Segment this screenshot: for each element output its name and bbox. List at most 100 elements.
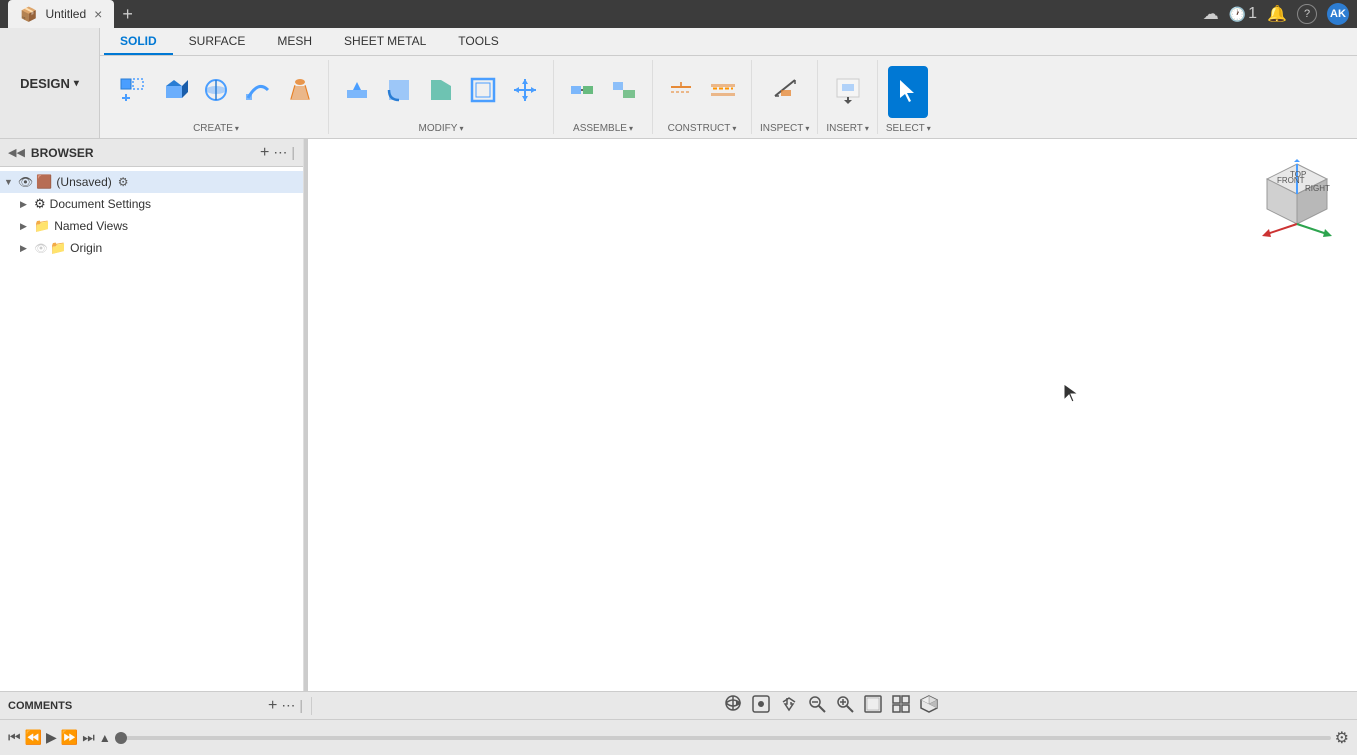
svg-text:TOP: TOP [1290,170,1306,179]
fillet-button[interactable] [379,66,419,118]
modify-group-label[interactable]: MODIFY ▾ [419,123,464,134]
midplane-icon [709,76,737,108]
move-button[interactable] [505,66,545,118]
extrude-button[interactable] [154,66,194,118]
tab-sheetmetal[interactable]: SHEET METAL [328,28,442,55]
root-folder-icon: 🟫 [36,174,52,190]
select-group-label[interactable]: SELECT ▾ [886,123,931,134]
browser-options-button[interactable]: ⋯ [273,144,287,162]
construct-chevron-icon: ▾ [732,124,736,133]
tree-item-origin[interactable]: ▶ 👁 📁 Origin [0,237,303,259]
shell-button[interactable] [463,66,503,118]
docsettings-icon: ⚙ [34,196,46,212]
timeline-play-button[interactable]: ▶ [46,729,57,746]
tab-surface[interactable]: SURFACE [173,28,262,55]
timer-button[interactable]: 🕐 1 [1229,5,1257,23]
revolve-button[interactable] [196,66,236,118]
timeline-track[interactable] [115,736,1331,740]
bottom-bar: COMMENTS + ⋯ | [0,691,1357,719]
inspect-group-label[interactable]: INSPECT ▾ [760,123,809,134]
origin-expand-arrow[interactable]: ▶ [20,243,34,254]
create-group-label[interactable]: CREATE ▾ [193,123,239,134]
measure-button[interactable] [765,66,805,118]
toolbar-group-create: CREATE ▾ [104,60,329,134]
help-icon[interactable]: ? [1297,4,1317,24]
comments-divider: | [299,697,303,715]
zoom-fit-button[interactable] [807,694,827,717]
timeline-position-marker[interactable] [115,732,127,744]
comments-add-button[interactable]: + [268,697,277,715]
as-built-joint-button[interactable] [604,66,644,118]
tree-item-named-views[interactable]: ▶ 📁 Named Views [0,215,303,237]
document-tab[interactable]: 📦 Untitled × [8,0,114,28]
offset-plane-button[interactable] [661,66,701,118]
toolbar: DESIGN ▾ SOLID SURFACE MESH SHEET METAL … [0,28,1357,139]
sweep-button[interactable] [238,66,278,118]
title-bar: 📦 Untitled × + ☁ 🕐 1 🔔 ? AK [0,0,1357,28]
tree-item-root[interactable]: ▼ 👁 🟫 (Unsaved) ⚙ [0,171,303,193]
press-pull-button[interactable] [337,66,377,118]
chamfer-button[interactable] [421,66,461,118]
tab-tools[interactable]: TOOLS [442,28,514,55]
timeline-fast-forward-button[interactable]: ⏭ [82,729,95,746]
main-area: ◀◀ BROWSER + ⋯ | ▼ 👁 🟫 (Unsaved) ⚙ ▶ ⚙ D… [0,139,1357,691]
grid-button[interactable] [891,694,911,717]
title-bar-right-actions: ☁ 🕐 1 🔔 ? AK [1203,3,1349,25]
measure-icon [771,76,799,108]
shell-icon [469,76,497,108]
insert-derive-button[interactable] [828,66,868,118]
browser-title: BROWSER [31,146,260,160]
add-tab-button[interactable]: + [122,4,133,25]
timeline-step-forward-button[interactable]: ⏩ [61,729,78,746]
comments-options-button[interactable]: ⋯ [281,697,295,715]
origin-eye-icon[interactable]: 👁 [34,242,48,255]
create-chevron-icon: ▾ [235,124,239,133]
namedviews-expand-arrow[interactable]: ▶ [20,221,34,232]
root-label: (Unsaved) [56,175,111,189]
browser-divider: | [291,144,295,162]
construct-group-label[interactable]: CONSTRUCT ▾ [668,123,737,134]
assemble-group-label[interactable]: ASSEMBLE ▾ [573,123,633,134]
revolve-icon [202,76,230,108]
svg-text:RIGHT: RIGHT [1305,184,1330,193]
fillet-icon [385,76,413,108]
tab-close-button[interactable]: × [94,6,102,22]
tree-item-document-settings[interactable]: ▶ ⚙ Document Settings [0,193,303,215]
root-expand-arrow[interactable]: ▼ [4,177,18,187]
eye-icon[interactable]: 👁 [18,175,33,189]
viewport[interactable]: FRONT RIGHT TOP [308,139,1357,691]
notification-icon[interactable]: 🔔 [1267,4,1287,24]
insert-group-label[interactable]: INSERT ▾ [826,123,869,134]
tab-solid[interactable]: SOLID [104,28,173,55]
timeline-rewind-button[interactable]: ⏮ [8,729,21,746]
browser-collapse-button[interactable]: ◀◀ [8,146,25,159]
move-icon [511,76,539,108]
new-component-button[interactable] [112,66,152,118]
timeline-step-back-button[interactable]: ⏪ [25,729,42,746]
display-mode-button[interactable] [863,694,883,717]
toolbar-group-insert: INSERT ▾ [818,60,878,134]
view-cube-button[interactable] [919,694,939,717]
docsettings-expand-arrow[interactable]: ▶ [20,199,34,210]
axis-cube[interactable]: FRONT RIGHT TOP [1257,159,1337,239]
loft-button[interactable] [280,66,320,118]
midplane-button[interactable] [703,66,743,118]
user-avatar[interactable]: AK [1327,3,1349,25]
insert-icon [834,76,862,108]
cloud-icon[interactable]: ☁ [1203,4,1219,24]
browser-add-button[interactable]: + [260,144,269,162]
extrude-icon [160,76,188,108]
pan-button[interactable] [779,694,799,717]
timeline-marker-icon: ▲ [99,731,111,745]
zoom-button[interactable] [835,694,855,717]
root-settings-icon[interactable]: ⚙ [118,175,129,189]
joint-icon [568,76,596,108]
look-at-button[interactable] [751,694,771,717]
select-button[interactable] [888,66,928,118]
orbit-button[interactable] [723,693,743,718]
clock-icon: 🕐 [1229,6,1246,23]
timeline-settings-button[interactable]: ⚙ [1335,728,1349,748]
joint-button[interactable] [562,66,602,118]
tab-mesh[interactable]: MESH [261,28,328,55]
design-mode-button[interactable]: DESIGN ▾ [0,28,100,138]
